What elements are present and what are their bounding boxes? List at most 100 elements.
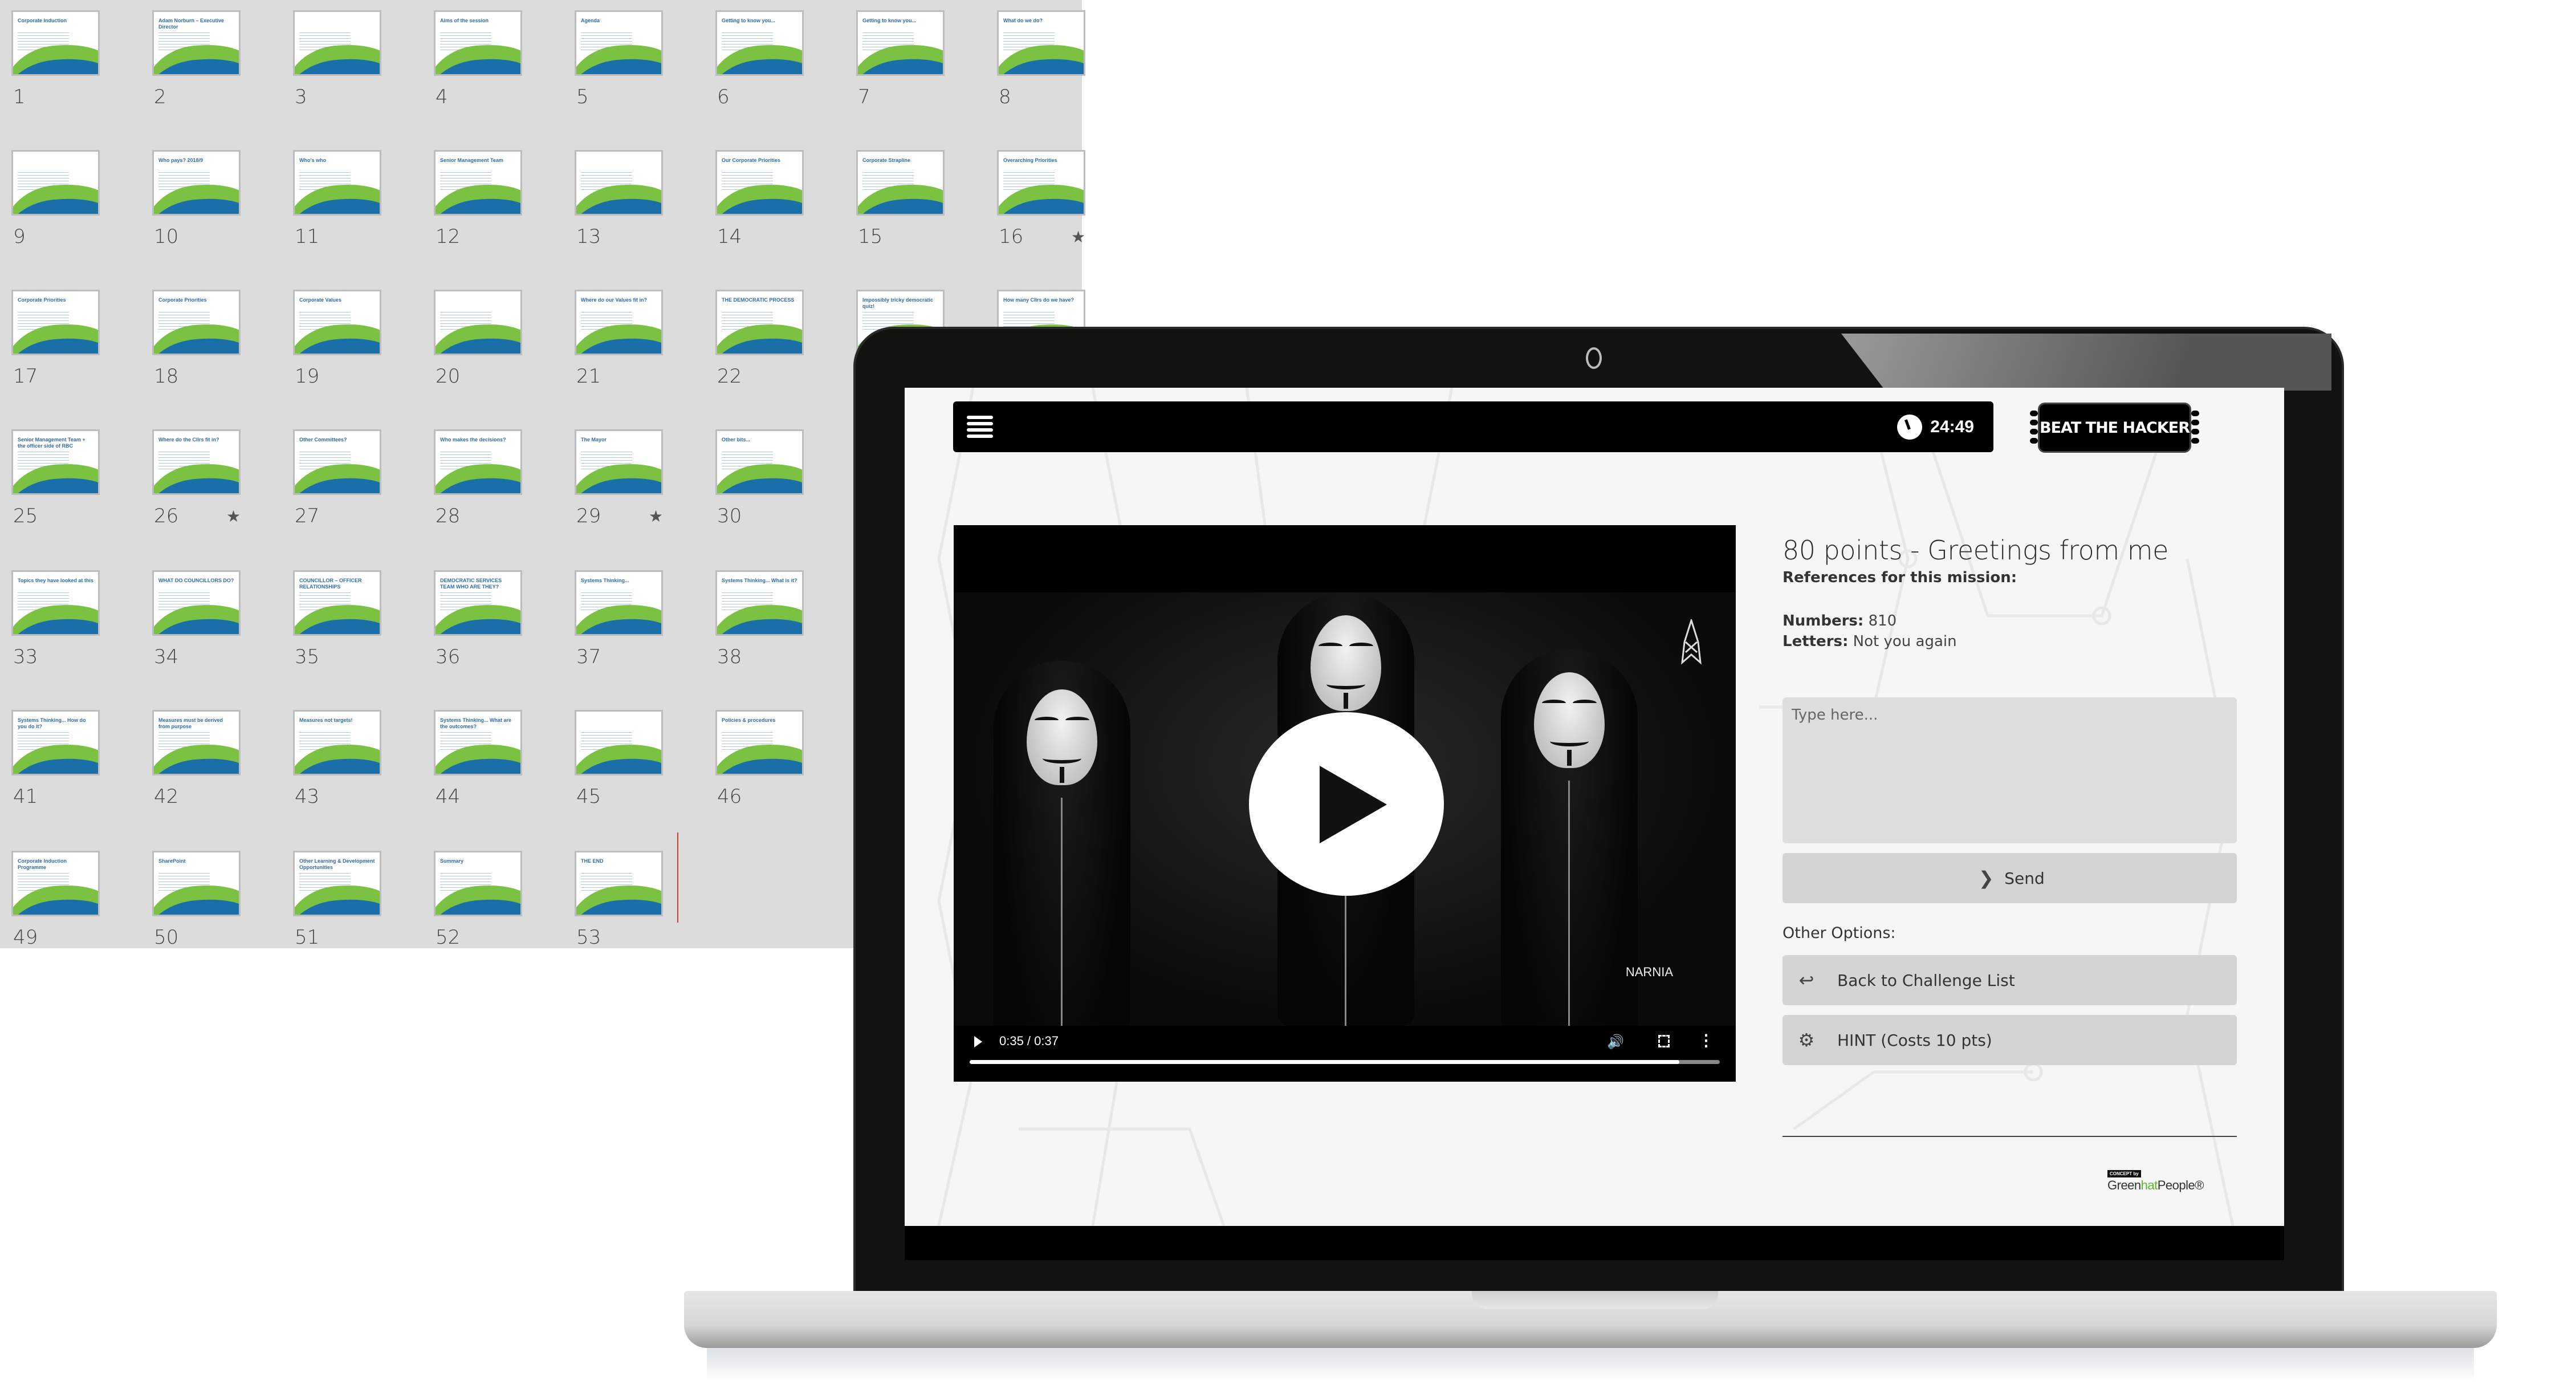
slide-preview[interactable]: THE DEMOCRATIC PROCESS [715,290,804,355]
slide-title: Impossibly tricky democratic quiz! [862,297,934,309]
slide-title: Corporate Strapline [862,157,911,163]
rocket-icon [1681,619,1702,665]
slide-title: THE DEMOCRATIC PROCESS [722,297,795,303]
slide-preview[interactable]: THE END [575,851,663,916]
menu-icon[interactable] [967,416,993,438]
insertion-marker [677,832,678,923]
slide-title: Who pays? 2018/9 [158,157,204,163]
screen-bezel-bottom [905,1226,2284,1260]
slide-preview[interactable] [11,150,100,216]
slide-number: 13 [576,225,601,248]
slide-preview[interactable]: Measures must be derived from purpose [152,710,241,775]
slide-preview[interactable]: Who makes the decisions? [434,429,522,495]
hint-button[interactable]: ⚙ HINT (Costs 10 pts) [1783,1015,2237,1065]
slide-preview[interactable]: Corporate Values [293,290,381,355]
video-player[interactable]: NARNIA 0:35 / 0:37 🔊 ⋮ [954,525,1736,1082]
back-label: Back to Challenge List [1837,970,2015,990]
slide-preview[interactable] [293,10,381,76]
slide-title: Agenda [581,18,600,23]
slide-preview[interactable]: Other Learning & Development Opportuniti… [293,851,381,916]
slide-preview[interactable]: Where do the Cllrs fit in? [152,429,241,495]
slide-title: Getting to know you... [722,18,775,23]
fullscreen-icon[interactable] [1658,1035,1670,1047]
slide-preview[interactable]: DEMOCRATIC SERVICES TEAM WHO ARE THEY? [434,570,522,636]
slide-title: Summary [440,858,464,864]
slide-preview[interactable]: The Mayor [575,429,663,495]
slide-title: Corporate Priorities [158,297,207,303]
slide-preview[interactable]: Corporate Induction Programme [11,851,100,916]
video-watermark: NARNIA [1625,965,1673,979]
slide-title: Who's who [299,157,327,163]
slide-number: 37 [576,645,601,668]
clock-icon [1897,415,1923,440]
slide-preview[interactable]: Other bits... [715,429,804,495]
slide-title: Corporate Induction [18,18,67,23]
references-label: References for this mission: [1783,569,2017,586]
animation-star-icon: ★ [1071,228,1086,246]
slide-preview[interactable]: Corporate Priorities [152,290,241,355]
slide-preview[interactable]: Who's who [293,150,381,216]
slide-preview[interactable]: Systems Thinking... What are the outcome… [434,710,522,775]
chevron-right-icon: ❯ [1978,867,1994,889]
credit-name-a: Green [2107,1178,2141,1192]
slide-preview[interactable]: COUNCILLOR – OFFICER RELATIONSHIPS [293,570,381,636]
slide-preview[interactable]: Systems Thinking... [575,570,663,636]
slide-preview[interactable]: Corporate Induction [11,10,100,76]
letters-label: Letters: [1783,633,1849,650]
slide-preview[interactable]: Adam Norburn – Executive Director [152,10,241,76]
volume-icon[interactable]: 🔊 [1607,1034,1624,1050]
slide-preview[interactable]: WHAT DO COUNCILLORS DO? [152,570,241,636]
answer-input[interactable] [1783,697,2237,843]
slide-preview[interactable]: Systems Thinking... How do you do it? [11,710,100,775]
slide-title: How many Cllrs do we have? [1003,297,1075,303]
slide-preview[interactable]: Corporate Priorities [11,290,100,355]
slide-preview[interactable]: Policies & procedures [715,710,804,775]
slide-preview[interactable] [575,150,663,216]
slide-title: Measures not targets! [299,717,353,723]
slide-number: 28 [436,505,461,527]
slide-title: Other bits... [722,437,751,442]
slide-preview[interactable]: Where do our Values fit in? [575,290,663,355]
send-label: Send [2004,868,2045,888]
slide-preview[interactable]: Getting to know you... [856,10,945,76]
slide-number: 33 [13,645,38,668]
back-to-challenge-list-button[interactable]: ↩ Back to Challenge List [1783,955,2237,1005]
slide-preview[interactable] [575,710,663,775]
slide-preview[interactable]: Summary [434,851,522,916]
slide-preview[interactable]: Corporate Strapline [856,150,945,216]
slide-title: Other Committees? [299,437,347,442]
slide-title: Topics they have looked at this [18,578,93,583]
slide-preview[interactable]: Senior Management Team + the officer sid… [11,429,100,495]
slide-title: Policies & procedures [722,717,776,723]
mission-title: 80 points - Greetings from me [1783,535,2168,566]
slide-preview[interactable]: Topics they have looked at this [11,570,100,636]
app-screen: 24:49 BEAT THE HACKER NARNIA 0:35 / 0:37… [905,388,2284,1226]
slide-preview[interactable]: Our Corporate Priorities [715,150,804,216]
more-options-icon[interactable]: ⋮ [1698,1033,1714,1049]
slide-preview[interactable]: Aims of the session [434,10,522,76]
send-button[interactable]: ❯ Send [1783,853,2237,903]
slide-title: Senior Management Team + the officer sid… [18,437,86,449]
slide-preview[interactable]: What do we do? [997,10,1085,76]
slide-preview[interactable]: Measures not targets! [293,710,381,775]
slide-title: Corporate Priorities [18,297,66,303]
slide-title: Systems Thinking... What are the outcome… [440,717,512,729]
slide-preview[interactable]: Agenda [575,10,663,76]
slide-preview[interactable]: Systems Thinking... What is it? [715,570,804,636]
animation-star-icon: ★ [649,507,664,525]
slide-preview[interactable]: SharePoint [152,851,241,916]
video-progress-fill [970,1060,1679,1064]
slide-preview[interactable]: Other Committees? [293,429,381,495]
slide-preview[interactable]: Senior Management Team [434,150,522,216]
logo-text: BEAT THE HACKER [2038,403,2191,453]
slide-preview[interactable]: Who pays? 2018/9 [152,150,241,216]
play-button[interactable] [1249,712,1444,896]
slide-preview[interactable]: Getting to know you... [715,10,804,76]
slide-preview[interactable]: Overarching Priorities [997,150,1085,216]
slide-preview[interactable] [434,290,522,355]
slide-number: 49 [13,926,38,949]
video-progress-bar[interactable] [970,1060,1720,1064]
play-icon[interactable] [974,1036,982,1047]
slide-number: 53 [576,926,601,949]
numbers-value: 810 [1868,612,1897,630]
